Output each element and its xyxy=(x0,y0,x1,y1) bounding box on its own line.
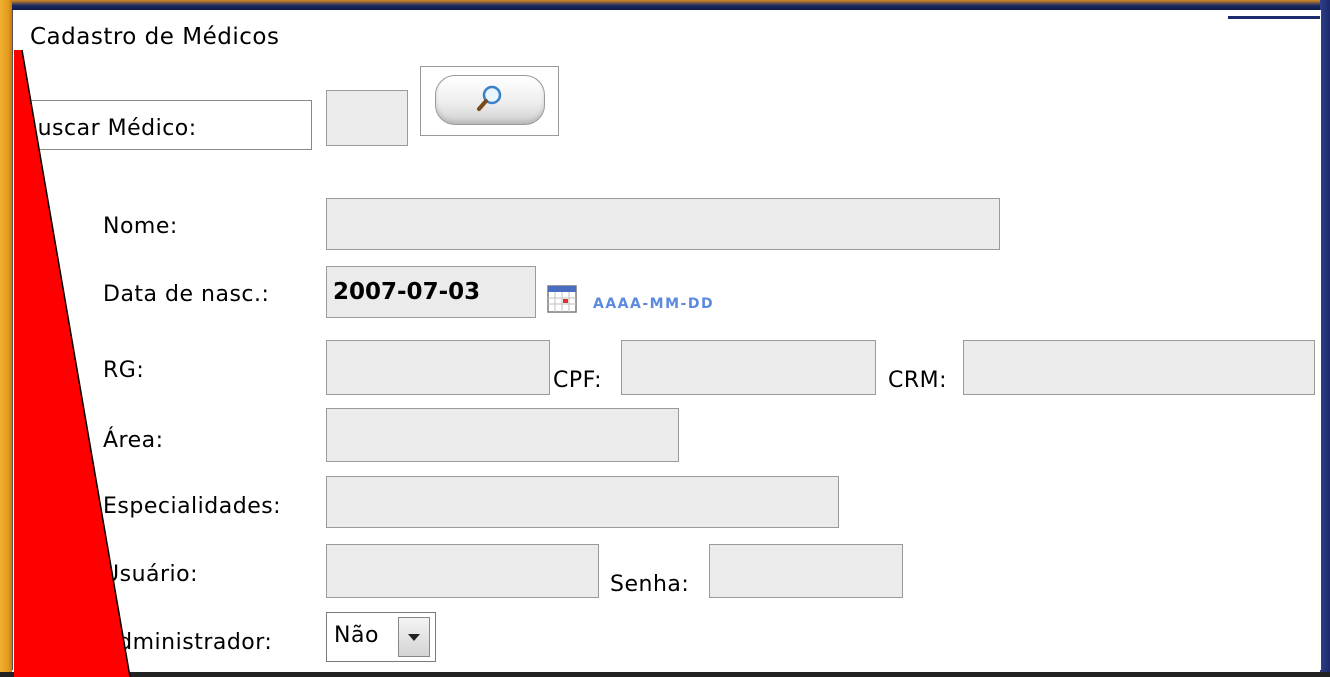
window-right-border xyxy=(1320,0,1330,677)
window-top-border xyxy=(0,0,1330,10)
usuario-label: Usuário: xyxy=(103,562,199,587)
usuario-input[interactable] xyxy=(326,544,599,598)
crm-label: CRM: xyxy=(888,368,948,393)
crm-input[interactable] xyxy=(963,340,1315,395)
window-left-border xyxy=(0,0,12,677)
top-right-rule xyxy=(1228,16,1320,19)
date-format-hint: AAAA-MM-DD xyxy=(593,296,715,312)
nome-input[interactable] xyxy=(326,198,1000,250)
data-nasc-input[interactable] xyxy=(326,266,536,318)
calendar-icon[interactable] xyxy=(546,284,578,314)
search-input[interactable] xyxy=(326,90,408,146)
search-button[interactable] xyxy=(420,66,559,136)
chevron-down-icon[interactable] xyxy=(398,617,430,657)
especialidades-input[interactable] xyxy=(326,476,839,528)
page-title: Cadastro de Médicos xyxy=(30,24,280,50)
administrador-label: Administrador: xyxy=(103,630,273,655)
administrador-select-value: Não xyxy=(334,623,379,648)
data-nasc-label: Data de nasc.: xyxy=(103,282,270,307)
search-label: Buscar Médico: xyxy=(22,116,197,141)
rg-input[interactable] xyxy=(326,340,550,395)
area-input[interactable] xyxy=(326,408,679,462)
window-bottom-border xyxy=(0,672,1330,677)
senha-input[interactable] xyxy=(709,544,903,598)
senha-label: Senha: xyxy=(610,572,690,597)
search-button-face xyxy=(435,75,545,125)
cpf-input[interactable] xyxy=(621,340,876,395)
area-label: Área: xyxy=(103,428,164,453)
nome-label: Nome: xyxy=(103,214,178,239)
magnifier-icon xyxy=(477,85,502,111)
rg-label: RG: xyxy=(103,358,145,383)
especialidades-label: Especialidades: xyxy=(103,494,282,519)
cpf-label: CPF: xyxy=(553,368,602,393)
